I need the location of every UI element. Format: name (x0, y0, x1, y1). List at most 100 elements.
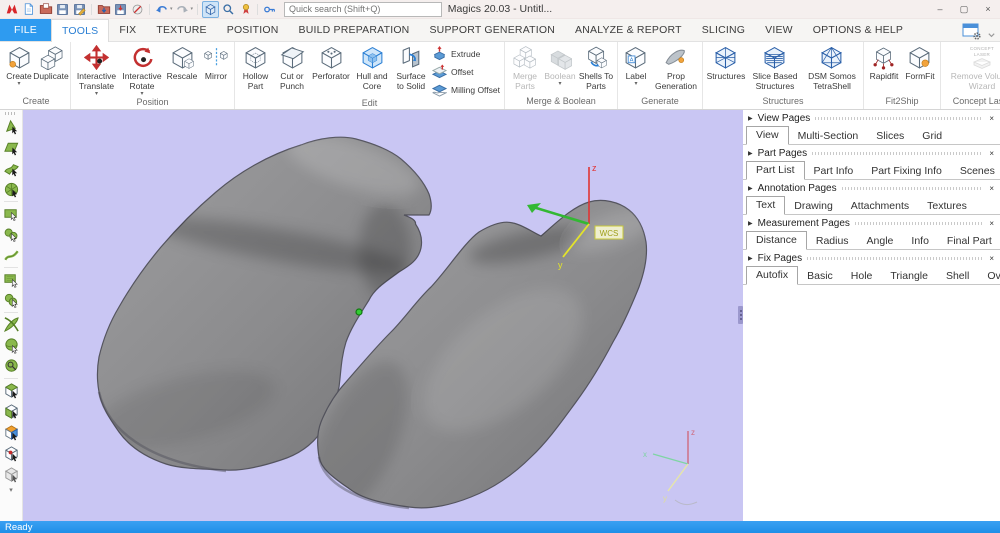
tab-texture[interactable]: TEXTURE (146, 19, 216, 41)
undo-icon[interactable] (154, 2, 169, 17)
more-tools-chevron[interactable]: ▾ (9, 486, 13, 494)
collapse-arrow-icon[interactable]: ▶ (748, 255, 753, 262)
annotation-pages-header[interactable]: ▶ Annotation Pages × (743, 180, 1000, 196)
collapse-arrow-icon[interactable]: ▶ (748, 185, 753, 192)
collapse-ribbon-icon[interactable] (987, 31, 996, 40)
viewport-3d[interactable]: z y WCS z x y (23, 110, 743, 521)
tab-autofix[interactable]: Autofix (746, 266, 798, 285)
tab-drawing[interactable]: Drawing (785, 198, 842, 214)
tab-slices[interactable]: Slices (867, 128, 913, 144)
close-section-icon[interactable]: × (988, 149, 995, 158)
tab-fix[interactable]: FIX (109, 19, 146, 41)
shells-to-parts-button[interactable]: Shells To Parts (577, 42, 615, 95)
tab-textures[interactable]: Textures (918, 198, 976, 214)
tab-shell[interactable]: Shell (937, 268, 978, 284)
ribbon-display-options-icon[interactable] (962, 23, 982, 40)
panel-splitter-handle[interactable] (738, 306, 743, 324)
interactive-translate-button[interactable]: Interactive Translate ▾ (73, 42, 120, 96)
duplicate-button[interactable]: Duplicate (34, 42, 68, 95)
export-platform-icon[interactable] (113, 2, 128, 17)
window-circle-selection-icon[interactable] (1, 224, 21, 245)
close-section-icon[interactable]: × (988, 114, 995, 123)
tab-slicing[interactable]: SLICING (692, 19, 755, 41)
close-section-icon[interactable]: × (988, 184, 995, 193)
quick-search-input[interactable] (284, 2, 442, 17)
toolbar-drag-handle[interactable] (5, 112, 17, 115)
boolean-button[interactable]: Boolean ▾ (543, 42, 577, 95)
save-as-icon[interactable] (72, 2, 87, 17)
tab-info[interactable]: Info (902, 233, 938, 249)
tab-final-part[interactable]: Final Part (938, 233, 1000, 249)
tab-part-fixing-info[interactable]: Part Fixing Info (862, 163, 951, 179)
undo-dropdown-caret[interactable]: ▾ (170, 6, 173, 12)
select-shells-icon[interactable] (1, 179, 21, 200)
new-part-icon[interactable] (21, 2, 36, 17)
select-planes-icon[interactable] (1, 137, 21, 158)
hull-and-core-button[interactable]: Hull and Core (352, 42, 392, 97)
tab-distance[interactable]: Distance (746, 231, 807, 250)
sphere-selection-icon[interactable] (1, 335, 21, 356)
close-button[interactable]: × (976, 1, 1000, 18)
select-triangles-icon[interactable] (1, 116, 21, 137)
tab-text[interactable]: Text (746, 196, 785, 215)
tab-view[interactable]: VIEW (755, 19, 803, 41)
tab-position[interactable]: POSITION (217, 19, 289, 41)
rescale-button[interactable]: Rescale (164, 42, 200, 96)
extrude-button[interactable]: Extrude (432, 46, 500, 61)
tab-radius[interactable]: Radius (807, 233, 858, 249)
view-pages-header[interactable]: ▶ View Pages × (743, 110, 1000, 126)
merge-parts-button[interactable]: Merge Parts (507, 42, 543, 95)
mark-triangle-cube-icon[interactable] (1, 443, 21, 464)
close-section-icon[interactable]: × (988, 254, 995, 263)
tab-part-list[interactable]: Part List (746, 161, 805, 180)
redo-icon[interactable] (175, 2, 190, 17)
slice-based-structures-button[interactable]: Slice Based Structures (747, 42, 803, 95)
mark-shell-cube-icon[interactable] (1, 401, 21, 422)
tab-support-generation[interactable]: SUPPORT GENERATION (419, 19, 565, 41)
clear-marking-cube-icon[interactable] (1, 464, 21, 485)
part-pages-header[interactable]: ▶ Part Pages × (743, 145, 1000, 161)
collapse-arrow-icon[interactable]: ▶ (748, 150, 753, 157)
close-section-icon[interactable]: × (988, 219, 995, 228)
tab-triangle[interactable]: Triangle (881, 268, 937, 284)
save-icon[interactable] (55, 2, 70, 17)
tab-multi-section[interactable]: Multi-Section (789, 128, 868, 144)
dsm-somos-tetrashell-button[interactable]: DSM Somos TetraShell (803, 42, 861, 95)
tab-analyze-report[interactable]: ANALYZE & REPORT (565, 19, 692, 41)
brush-marking-icon[interactable] (1, 314, 21, 335)
collapse-arrow-icon[interactable]: ▶ (748, 220, 753, 227)
rectangle-marking-icon[interactable] (1, 269, 21, 290)
fix-pages-header[interactable]: ▶ Fix Pages × (743, 250, 1000, 266)
circle-marking-icon[interactable] (1, 290, 21, 311)
remove-volume-wizard-button[interactable]: CONCEPT LASER Remove Volume Wizard (943, 42, 1000, 95)
close-file-icon[interactable] (130, 2, 145, 17)
perforator-button[interactable]: Perforator (310, 42, 352, 97)
tab-overlaps[interactable]: Over (978, 268, 1000, 284)
zoom-selection-icon[interactable] (1, 356, 21, 377)
freeform-selection-icon[interactable] (1, 245, 21, 266)
surface-to-solid-button[interactable]: Surface to Solid (392, 42, 430, 97)
magics-logo-icon[interactable] (4, 2, 19, 17)
tab-tools[interactable]: TOOLS (51, 19, 109, 42)
offset-button[interactable]: Offset (432, 64, 500, 79)
select-surfaces-icon[interactable] (1, 158, 21, 179)
zoom-icon[interactable] (221, 2, 236, 17)
milling-offset-button[interactable]: Milling Offset (432, 82, 500, 97)
window-rectangle-selection-icon[interactable] (1, 203, 21, 224)
mirror-button[interactable]: Mirror (200, 42, 232, 96)
tab-options-help[interactable]: OPTIONS & HELP (803, 19, 913, 41)
label-button[interactable]: A Label ▾ (620, 42, 652, 95)
default-views-icon[interactable] (202, 1, 219, 18)
create-button[interactable]: Create ▾ (4, 42, 34, 95)
formfit-button[interactable]: FormFit (902, 42, 938, 95)
minimize-button[interactable]: – (928, 1, 952, 18)
tab-build-preparation[interactable]: BUILD PREPARATION (289, 19, 420, 41)
rapidfit-button[interactable]: Rapidfit (866, 42, 902, 95)
structures-button[interactable]: Structures (705, 42, 747, 95)
hollow-part-button[interactable]: Hollow Part (237, 42, 274, 97)
tab-file[interactable]: FILE (0, 19, 51, 41)
tab-grid[interactable]: Grid (913, 128, 951, 144)
cut-or-punch-button[interactable]: Cut or Punch (274, 42, 310, 97)
collapse-arrow-icon[interactable]: ▶ (748, 115, 753, 122)
interactive-rotate-button[interactable]: Interactive Rotate ▾ (120, 42, 164, 96)
